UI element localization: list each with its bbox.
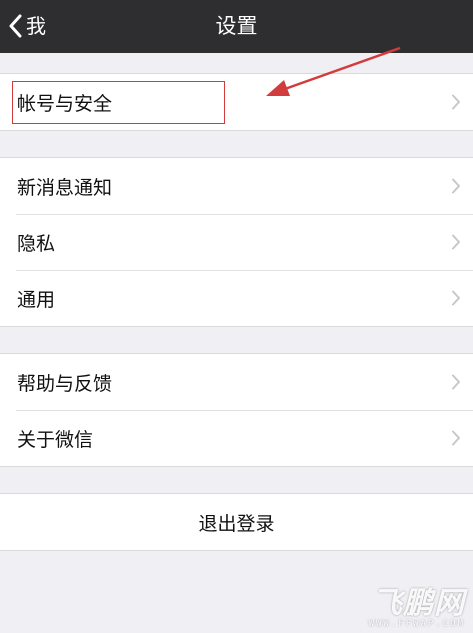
chevron-right-icon	[451, 234, 461, 251]
notifications-item[interactable]: 新消息通知	[0, 158, 473, 214]
watermark: 飞鹏网 WWW.FFWAP.COM	[368, 586, 465, 630]
back-button[interactable]: 我	[8, 8, 46, 44]
chevron-right-icon	[451, 94, 461, 111]
list-item-label: 隐私	[17, 232, 56, 255]
general-group: 新消息通知 隐私 通用	[0, 157, 473, 327]
general-item[interactable]: 通用	[0, 270, 473, 326]
watermark-url: WWW.FFWAP.COM	[368, 619, 465, 629]
list-item-label: 帮助与反馈	[17, 372, 113, 395]
chevron-right-icon	[451, 290, 461, 307]
help-feedback-item[interactable]: 帮助与反馈	[0, 354, 473, 410]
page-title: 设置	[215, 14, 258, 38]
back-label: 我	[26, 14, 46, 38]
list-item-label: 通用	[17, 288, 56, 311]
chevron-right-icon	[451, 374, 461, 391]
chevron-right-icon	[451, 430, 461, 447]
account-group: 帐号与安全	[0, 73, 473, 131]
chevron-right-icon	[451, 178, 461, 195]
chevron-left-icon	[8, 14, 22, 38]
list-item-label: 关于微信	[17, 428, 94, 451]
about-wechat-item[interactable]: 关于微信	[0, 410, 473, 466]
list-item-label: 新消息通知	[17, 176, 113, 199]
logout-label: 退出登录	[198, 512, 275, 535]
list-item-label: 帐号与安全	[17, 92, 113, 115]
navbar: 我 设置	[0, 0, 473, 53]
account-security-item[interactable]: 帐号与安全	[0, 74, 473, 130]
logout-button[interactable]: 退出登录	[0, 494, 473, 550]
logout-group: 退出登录	[0, 493, 473, 551]
support-group: 帮助与反馈 关于微信	[0, 353, 473, 467]
privacy-item[interactable]: 隐私	[0, 214, 473, 270]
watermark-logo: 飞鹏网	[372, 586, 465, 621]
